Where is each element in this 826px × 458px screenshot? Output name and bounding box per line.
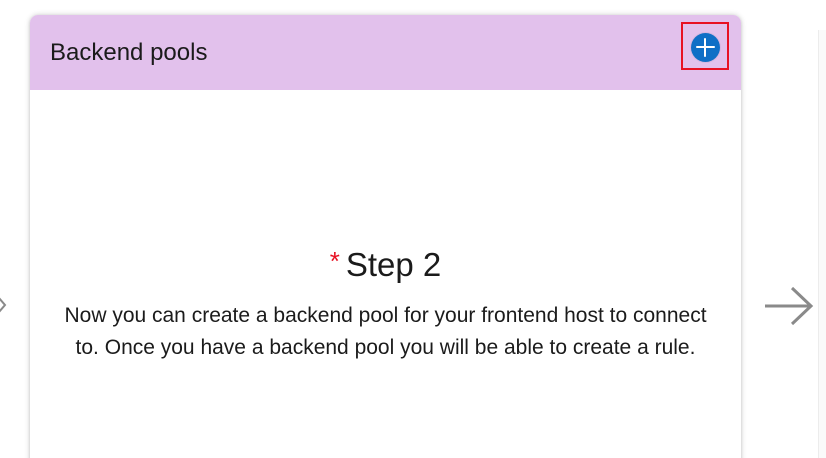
backend-pools-card: Backend pools * Step 2 Now you can create…	[30, 15, 741, 458]
add-backend-pool-button[interactable]	[681, 22, 729, 70]
step-description: Now you can create a backend pool for yo…	[64, 304, 707, 359]
card-header: Backend pools	[30, 15, 741, 90]
designer-canvas: Backend pools * Step 2 Now you can create…	[0, 0, 826, 458]
arrow-right-icon	[765, 286, 814, 326]
chevron-right-icon	[0, 297, 7, 313]
plus-circle-icon[interactable]	[691, 33, 720, 62]
card-title: Backend pools	[50, 39, 208, 66]
step-heading: * Step 2	[30, 240, 741, 286]
next-card-edge	[818, 30, 826, 458]
step-label: Step 2	[345, 246, 442, 283]
required-marker: *	[329, 246, 340, 276]
